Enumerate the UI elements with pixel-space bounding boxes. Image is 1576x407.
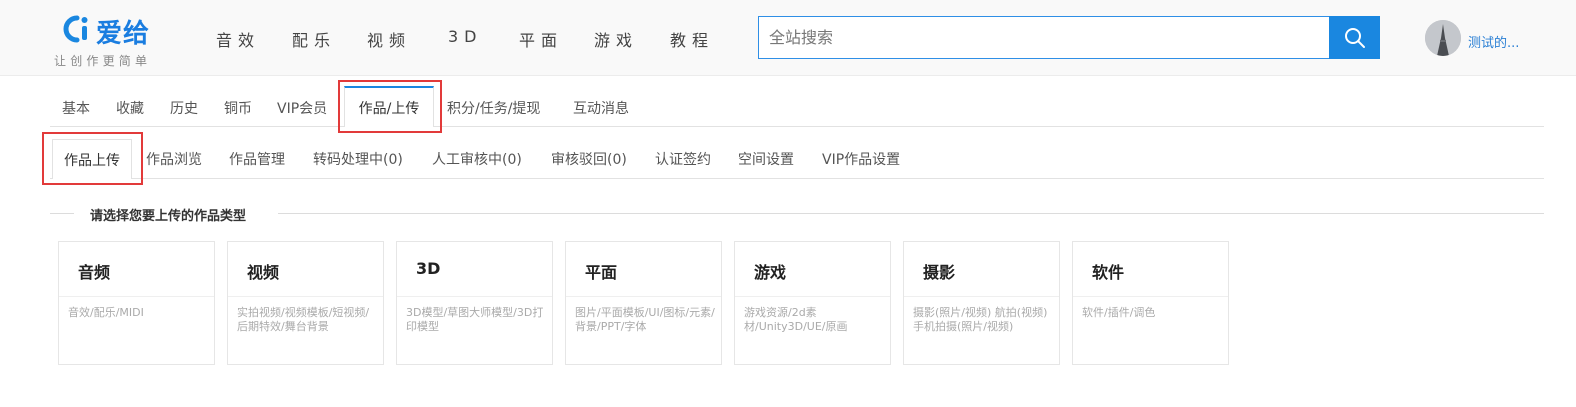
card-title: 软件	[1092, 263, 1125, 282]
subtab-certification[interactable]: 认证签约	[655, 149, 711, 169]
works-subtabs: 作品上传 作品浏览 作品管理 转码处理中(0) 人工审核中(0) 审核驳回(0)…	[0, 130, 1576, 180]
section-divider-left	[50, 213, 74, 214]
card-desc: 音效/配乐/MIDI	[68, 306, 144, 319]
tabs-divider	[50, 126, 1544, 127]
section-header: 请选择您要上传的作品类型	[50, 202, 1544, 224]
card-software[interactable]: 软件 软件/插件/调色	[1072, 241, 1229, 365]
nav-item-audio[interactable]: 音效	[216, 27, 260, 51]
card-header: 软件	[1073, 242, 1228, 297]
tab-favorites[interactable]: 收藏	[116, 98, 144, 118]
nav-item-tutorial[interactable]: 教程	[670, 27, 714, 51]
tab-basic[interactable]: 基本	[62, 98, 90, 118]
card-desc: 实拍视频/视频模板/短视频/后期特效/舞台背景	[237, 306, 370, 333]
site-logo[interactable]: 爱给 让创作更简单	[54, 12, 184, 70]
card-game[interactable]: 游戏 游戏资源/2d素材/Unity3D/UE/原画	[734, 241, 891, 365]
card-desc: 图片/平面模板/UI/图标/元素/背景/PPT/字体	[575, 306, 715, 333]
nav-item-3d[interactable]: 3D	[448, 27, 483, 46]
card-audio[interactable]: 音频 音效/配乐/MIDI	[58, 241, 215, 365]
subtab-manage[interactable]: 作品管理	[229, 149, 285, 169]
tab-works-upload[interactable]: 作品/上传	[344, 86, 434, 127]
card-photography[interactable]: 摄影 摄影(照片/视频) 航拍(视频) 手机拍摄(照片/视频)	[903, 241, 1060, 365]
card-title: 音频	[78, 263, 111, 282]
card-desc: 软件/插件/调色	[1082, 306, 1156, 319]
search-button[interactable]	[1329, 16, 1380, 59]
card-title: 摄影	[923, 263, 956, 282]
nav-item-video[interactable]: 视频	[367, 27, 411, 51]
account-tabs: 基本 收藏 历史 铜币 VIP会员 作品/上传 积分/任务/提现 互动消息	[0, 76, 1576, 128]
nav-item-music[interactable]: 配乐	[292, 27, 336, 51]
card-title: 3D	[416, 259, 441, 278]
subtabs-divider	[50, 178, 1544, 179]
subtab-browse[interactable]: 作品浏览	[146, 149, 202, 169]
card-header: 摄影	[904, 242, 1059, 297]
card-graphic[interactable]: 平面 图片/平面模板/UI/图标/元素/背景/PPT/字体	[565, 241, 722, 365]
tab-history[interactable]: 历史	[170, 98, 198, 118]
tab-points-tasks-withdraw[interactable]: 积分/任务/提现	[447, 98, 540, 118]
nav-item-graphic[interactable]: 平面	[519, 27, 563, 51]
avatar[interactable]	[1425, 20, 1461, 56]
subtab-transcoding[interactable]: 转码处理中(0)	[313, 149, 403, 169]
logo-mark-icon	[63, 15, 88, 43]
search-input[interactable]	[758, 16, 1330, 59]
card-header: 音频	[59, 242, 214, 297]
card-header: 游戏	[735, 242, 890, 297]
card-header: 3D	[397, 242, 552, 297]
tab-works-upload-label: 作品/上传	[358, 101, 420, 117]
card-desc: 摄影(照片/视频) 航拍(视频) 手机拍摄(照片/视频)	[913, 306, 1048, 333]
section-title: 请选择您要上传的作品类型	[90, 209, 247, 224]
header: 爱给 让创作更简单 音效 配乐 视频 3D 平面 游戏 教程 测试的...	[0, 0, 1576, 76]
section-divider-right	[278, 213, 1544, 214]
search-icon	[1345, 28, 1365, 48]
card-desc: 游戏资源/2d素材/Unity3D/UE/原画	[744, 306, 848, 333]
tab-messages[interactable]: 互动消息	[573, 98, 629, 118]
logo-slogan: 让创作更简单	[54, 54, 152, 68]
card-title: 视频	[247, 263, 280, 282]
subtab-upload-label: 作品上传	[64, 153, 120, 169]
subtab-upload[interactable]: 作品上传	[52, 139, 132, 179]
card-header: 平面	[566, 242, 721, 297]
tab-coins[interactable]: 铜币	[224, 98, 252, 118]
logo-name: 爱给	[96, 19, 151, 49]
subtab-manual-review[interactable]: 人工审核中(0)	[432, 149, 522, 169]
subtab-rejected[interactable]: 审核驳回(0)	[551, 149, 627, 169]
subtab-space-settings[interactable]: 空间设置	[738, 149, 794, 169]
username-link[interactable]: 测试的...	[1468, 32, 1519, 51]
card-3d[interactable]: 3D 3D模型/草图大师模型/3D打印模型	[396, 241, 553, 365]
nav-item-game[interactable]: 游戏	[594, 27, 638, 51]
card-header: 视频	[228, 242, 383, 297]
site-search	[758, 16, 1380, 59]
tab-vip[interactable]: VIP会员	[277, 98, 327, 118]
card-desc: 3D模型/草图大师模型/3D打印模型	[406, 306, 544, 333]
avatar-image-icon	[1425, 20, 1461, 56]
card-video[interactable]: 视频 实拍视频/视频模板/短视频/后期特效/舞台背景	[227, 241, 384, 365]
card-title: 游戏	[754, 263, 787, 282]
subtab-vip-works-settings[interactable]: VIP作品设置	[822, 149, 900, 169]
card-title: 平面	[585, 263, 618, 282]
